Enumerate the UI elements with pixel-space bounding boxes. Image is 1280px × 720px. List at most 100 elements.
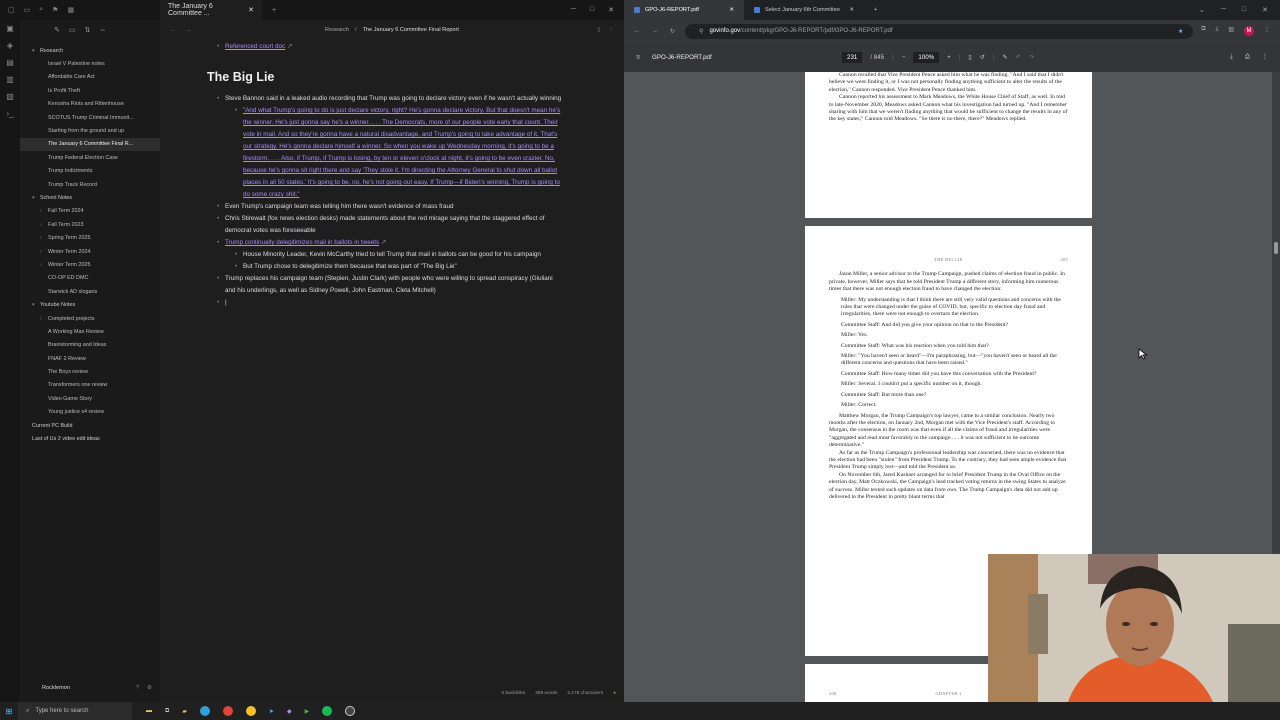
close-window-icon[interactable]: ✕ — [608, 6, 614, 14]
chrome-app-icon[interactable] — [222, 706, 233, 716]
obsidian-tab[interactable]: The January 6 Committee ... ✕ — [160, 0, 262, 20]
sidebar-toggle-icon[interactable]: ▢ — [8, 6, 15, 14]
tab-list-icon[interactable]: ▦ — [67, 6, 74, 14]
settings-icon[interactable]: ⚙ — [147, 685, 152, 691]
chevron-right-icon[interactable]: › — [40, 222, 48, 228]
note-content[interactable]: Referenced court doc ↗ The Big Lie Steve… — [207, 41, 563, 309]
maximize-icon[interactable]: □ — [1242, 6, 1246, 14]
downloads-icon[interactable]: ⤓ — [1216, 26, 1219, 36]
tree-note[interactable]: SCOTUS Trump Criminal Immunit... — [20, 111, 160, 124]
empty-list-item-cursor[interactable]: | — [213, 297, 563, 309]
chevron-down-icon[interactable]: ▾ — [32, 195, 40, 201]
command-palette-icon[interactable]: ›_ — [6, 109, 13, 118]
tree-note[interactable]: CO-OP ED DMC — [20, 272, 160, 285]
chrome-menu-icon[interactable]: ⋮ — [1264, 26, 1270, 36]
open-switcher-icon[interactable]: ▣ — [6, 24, 14, 33]
templates-icon[interactable]: ▧ — [6, 92, 14, 101]
help-icon[interactable]: ? — [136, 685, 139, 691]
quote-text[interactable]: "And what Trump's going to do is just de… — [243, 107, 560, 198]
undo-icon[interactable]: ↶ — [1016, 54, 1021, 61]
reading-view-icon[interactable]: ▯ — [597, 27, 600, 33]
tree-folder[interactable]: ▾ Youtube Notes — [20, 298, 160, 311]
annotate-icon[interactable]: ✎ — [1003, 54, 1008, 61]
page-number-input[interactable]: 231 — [842, 51, 863, 63]
close-window-icon[interactable]: ✕ — [1262, 6, 1268, 14]
chevron-right-icon[interactable]: › — [40, 262, 48, 268]
sync-status-icon[interactable]: ● — [613, 691, 616, 696]
zoom-in-icon[interactable]: + — [947, 54, 951, 61]
zoom-out-icon[interactable]: − — [902, 54, 906, 61]
tree-folder[interactable]: ▾ School Notes — [20, 191, 160, 204]
chrome-tab-committee[interactable]: Select January 6th Committee ✕ — [744, 0, 864, 20]
bannon-quote-link[interactable]: "And what Trump's going to do is just de… — [231, 105, 563, 201]
spotify-app-icon[interactable] — [322, 706, 333, 716]
close-tab-icon[interactable]: ✕ — [849, 7, 854, 13]
edge-app-icon[interactable] — [199, 706, 210, 716]
more-actions-icon[interactable]: ⋮ — [1262, 53, 1268, 61]
rotate-icon[interactable]: ↺ — [980, 54, 985, 61]
backlinks-count[interactable]: 0 backlinks — [501, 691, 525, 696]
new-tab-icon[interactable]: + — [272, 7, 276, 14]
minimize-icon[interactable]: ─ — [571, 6, 576, 14]
chevron-right-icon[interactable]: › — [40, 235, 48, 241]
vault-switcher[interactable]: Rocklemon ? ⚙ — [20, 680, 160, 696]
new-tab-icon[interactable]: + — [874, 7, 877, 13]
zoom-level[interactable]: 100% — [913, 51, 940, 63]
back-icon[interactable]: ← — [634, 28, 640, 35]
tree-note[interactable]: A Working Man Review — [20, 325, 160, 338]
tree-note[interactable]: The January 6 Committee Final R... — [20, 137, 160, 152]
reload-icon[interactable]: ↻ — [670, 28, 675, 35]
back-icon[interactable]: ← — [170, 27, 176, 33]
redo-icon[interactable]: ↷ — [1029, 54, 1034, 61]
tree-folder[interactable]: ▾ Research — [20, 44, 160, 57]
tree-note[interactable]: Last of Us 2 video edit ideas — [20, 432, 160, 445]
profile-avatar[interactable]: M — [1244, 26, 1254, 36]
court-doc-link[interactable]: Referenced court doc — [225, 43, 285, 50]
tree-note[interactable]: Video Game Story — [20, 392, 160, 405]
task-view-icon[interactable]: ⧉ — [165, 708, 169, 715]
canvas-icon[interactable]: ▤ — [6, 58, 14, 67]
chrome-alt-app-icon[interactable] — [245, 706, 256, 716]
obs-app-icon[interactable] — [345, 706, 356, 716]
tree-folder[interactable]: › Fall Term 2024 — [20, 205, 160, 218]
side-panel-icon[interactable]: ▥ — [1228, 26, 1234, 36]
folder-app-icon[interactable]: ▰ — [182, 708, 187, 715]
fit-page-icon[interactable]: ▯ — [968, 54, 971, 61]
tree-note[interactable]: Israel V Palestine notes — [20, 57, 160, 70]
tree-note[interactable]: Is Profit Theft — [20, 84, 160, 97]
print-icon[interactable]: ⎙ — [1245, 53, 1250, 61]
windows-start-icon[interactable]: ⊞ — [0, 707, 18, 716]
tree-note[interactable]: The Boys review — [20, 365, 160, 378]
tree-note[interactable]: Trump Indictments — [20, 165, 160, 178]
tweets-link[interactable]: Trump continually delegitimizes mail in … — [225, 239, 379, 246]
obsidian-app-icon[interactable]: ◆ — [287, 708, 292, 715]
tree-note[interactable]: Current PC Build — [20, 419, 160, 432]
new-note-icon[interactable]: ✎ — [54, 26, 60, 34]
tree-folder[interactable]: › Winter Term 2024 — [20, 245, 160, 258]
address-bar[interactable]: ⚲ govinfo.gov/content/pkg/GPO-J6-REPORT/… — [685, 23, 1194, 39]
close-icon[interactable]: ✕ — [248, 6, 254, 14]
collapse-all-icon[interactable]: ⇔ — [99, 27, 106, 34]
extensions-icon[interactable]: ⧉ — [1201, 26, 1205, 36]
tree-note[interactable]: FNAF 2 Review — [20, 352, 160, 365]
chevron-right-icon[interactable]: › — [40, 316, 48, 322]
sort-icon[interactable]: ⇅ — [85, 26, 91, 34]
tree-note[interactable]: Brainstorming and Ideas — [20, 339, 160, 352]
search-icon[interactable]: ⌕ — [39, 6, 43, 14]
chevron-down-icon[interactable]: ▾ — [32, 302, 40, 308]
tree-folder[interactable]: › Spring Term 2025 — [20, 231, 160, 244]
pdf-menu-icon[interactable]: ≡ — [624, 54, 652, 61]
breadcrumb-file[interactable]: The January 6 Committee Final Report — [363, 27, 459, 33]
file-explorer-icon[interactable]: ▭ — [24, 6, 31, 14]
new-folder-icon[interactable]: ▭ — [69, 26, 76, 34]
download-pdf-icon[interactable]: ⤓ — [1230, 53, 1233, 61]
forward-icon[interactable]: → — [186, 27, 192, 33]
bookmark-icon[interactable]: ⚑ — [52, 6, 58, 14]
file-explorer-app-icon[interactable]: ▬ — [146, 708, 152, 714]
forward-icon[interactable]: → — [652, 28, 658, 35]
tab-search-icon[interactable]: ⌄ — [1199, 6, 1205, 14]
tree-note[interactable]: Starting from the ground and up — [20, 124, 160, 137]
taskbar-search[interactable]: ⌕ Type here to search — [18, 702, 132, 720]
tree-note[interactable]: Kenosha Riots and Rittenhouse — [20, 98, 160, 111]
daily-note-icon[interactable]: ▥ — [6, 75, 14, 84]
